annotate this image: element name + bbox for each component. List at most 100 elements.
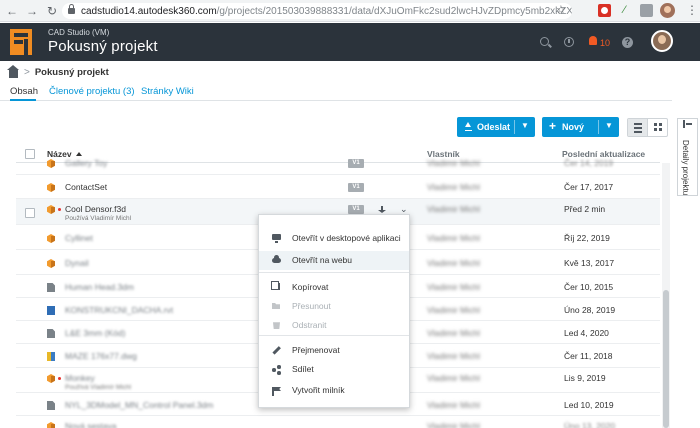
file-name[interactable]: KONSTRUKCNI_DACHA.rvt (65, 305, 173, 315)
project-tabs: Obsah Členové projektu (3) Stránky Wiki (0, 80, 672, 101)
version-badge[interactable]: V1 (348, 205, 364, 214)
file-name[interactable]: NYL_3DModel_MN_Control Panel.3dm (65, 400, 213, 410)
cloud-icon (272, 255, 281, 263)
tab-members[interactable]: Členové projektu (3) (49, 86, 135, 97)
file-updated: Říj 22, 2019 (564, 233, 610, 243)
search-icon[interactable] (540, 37, 549, 46)
context-menu: Otevřít v desktopové aplikaci Otevřít na … (258, 214, 410, 408)
breadcrumb-separator: > (24, 66, 30, 78)
browser-profile-avatar[interactable] (660, 3, 675, 18)
file-in-use-by: Používá Vladimír Michl (65, 384, 132, 391)
grid-view-icon[interactable] (649, 119, 668, 136)
list-view-icon[interactable] (628, 119, 648, 136)
view-toggle (627, 118, 668, 137)
menu-item-label: Kopírovat (292, 282, 329, 292)
revit-file-icon (47, 306, 55, 315)
bookmark-star-icon[interactable]: ☆ (556, 3, 566, 16)
menu-item-cloud[interactable]: Otevřít na webu (259, 251, 409, 270)
menu-item-label: Přejmenovat (292, 345, 340, 355)
menu-divider (259, 272, 409, 273)
file-name[interactable]: MAZE 176x77.dwg (65, 351, 137, 361)
extension-red-icon[interactable] (598, 4, 611, 17)
file-updated: Kvě 13, 2017 (564, 258, 615, 268)
app-header: CAD Studio (VM) Pokusný projekt 10 ? (0, 23, 700, 61)
row-checkbox[interactable] (25, 208, 35, 218)
in-use-indicator (58, 208, 61, 211)
file-name[interactable]: Dynail (65, 258, 89, 268)
file-owner: Vladimir Michl (427, 328, 480, 338)
document-icon (47, 283, 55, 292)
bell-icon[interactable] (589, 36, 597, 45)
url-path: /g/projects/201503039888331/data/dXJuOmF… (216, 5, 572, 17)
file-updated: Čer 17, 2017 (564, 182, 614, 192)
table-row[interactable]: Gallery Toy V1 Vladimir Michl Čer 14, 2019 (16, 158, 660, 175)
fusion-design-icon (47, 183, 55, 192)
file-updated: Led 10, 2019 (564, 400, 614, 410)
project-title: Pokusný projekt (48, 38, 158, 55)
menu-item-share[interactable]: Sdílet (259, 360, 409, 379)
file-name[interactable]: L&E 3mm (Kód) (65, 328, 125, 338)
dwg-file-icon (47, 352, 55, 361)
active-tab-indicator (10, 99, 36, 101)
in-use-indicator (58, 377, 61, 380)
details-panel-label[interactable]: Detaily projektu (681, 140, 690, 195)
file-updated: Čer 14, 2019 (564, 158, 614, 168)
version-badge[interactable]: V1 (348, 159, 364, 168)
plus-icon: + (549, 119, 557, 133)
back-arrow-icon[interactable]: ← (4, 3, 20, 19)
fusion-logo-icon[interactable] (10, 29, 32, 55)
flag-icon (272, 387, 281, 396)
chevron-down-icon[interactable]: ▼ (605, 121, 613, 130)
menu-item-pencil[interactable]: Přejmenovat (259, 341, 409, 360)
select-all-checkbox[interactable] (25, 149, 35, 159)
notification-count[interactable]: 10 (600, 38, 610, 48)
table-row[interactable]: ContactSet V1 Vladimir Michl Čer 17, 2017 (16, 175, 660, 199)
file-owner: Vladimir Michl (427, 233, 480, 243)
document-icon (47, 401, 55, 410)
menu-item-label: Sdílet (292, 364, 314, 374)
extension-puzzle-icon[interactable] (640, 4, 653, 17)
menu-item-trash: Odstranit (259, 316, 409, 335)
url-host: cadstudio14.autodesk360.com (81, 5, 217, 17)
scrollbar-thumb[interactable] (663, 290, 669, 428)
file-updated: Úno 28, 2019 (564, 305, 616, 315)
fusion-design-icon (47, 234, 55, 243)
upload-button[interactable]: Odeslat ▼ (457, 117, 535, 137)
file-owner: Vladimir Michl (427, 258, 480, 268)
new-button[interactable]: + Nový ▼ (542, 117, 619, 137)
upload-button-label: Odeslat (477, 122, 511, 132)
file-updated: Led 4, 2020 (564, 328, 609, 338)
menu-item-label: Otevřít na webu (292, 255, 353, 265)
file-in-use-by: Používá Vladimír Michl (65, 215, 132, 222)
menu-item-monitor[interactable]: Otevřít v desktopové aplikaci (259, 229, 409, 248)
forward-arrow-icon[interactable]: → (24, 3, 40, 19)
home-icon[interactable] (7, 64, 19, 78)
chevron-down-icon[interactable]: ▼ (521, 121, 529, 130)
file-owner: Vladimir Michl (427, 182, 480, 192)
tab-content[interactable]: Obsah (10, 86, 38, 97)
file-name[interactable]: Cool Densor.f3d (65, 204, 126, 214)
menu-item-label: Otevřít v desktopové aplikaci (292, 233, 401, 243)
file-name[interactable]: Nová sestava (65, 421, 117, 428)
clock-icon[interactable] (564, 37, 574, 47)
address-bar[interactable]: cadstudio14.autodesk360.com /g/projects/… (62, 3, 572, 19)
tab-wiki[interactable]: Stránky Wiki (141, 86, 194, 97)
file-name[interactable]: Gallery Toy (65, 158, 107, 168)
reload-icon[interactable]: ↻ (44, 3, 60, 19)
extension-leaf-icon[interactable]: ⁄ (618, 4, 631, 17)
panel-expand-icon[interactable] (683, 120, 692, 128)
version-badge[interactable]: V1 (348, 183, 364, 192)
user-avatar[interactable] (651, 30, 673, 52)
file-name[interactable]: Cyllinet (65, 233, 93, 243)
monitor-icon (272, 234, 281, 243)
menu-item-flag[interactable]: Vytvořit milník (259, 381, 409, 400)
file-name[interactable]: ContactSet (65, 182, 107, 192)
file-name[interactable]: Human Head.3dm (65, 282, 134, 292)
fusion-design-icon (47, 374, 55, 383)
help-icon[interactable]: ? (622, 37, 633, 48)
file-name[interactable]: Monkey (65, 373, 95, 383)
menu-item-copy[interactable]: Kopírovat (259, 278, 409, 297)
copy-icon (271, 281, 280, 290)
browser-menu-icon[interactable]: ⋮ (686, 4, 698, 16)
table-row[interactable]: Nová sestava Vladimir Michl Úno 13, 2020 (16, 416, 660, 428)
